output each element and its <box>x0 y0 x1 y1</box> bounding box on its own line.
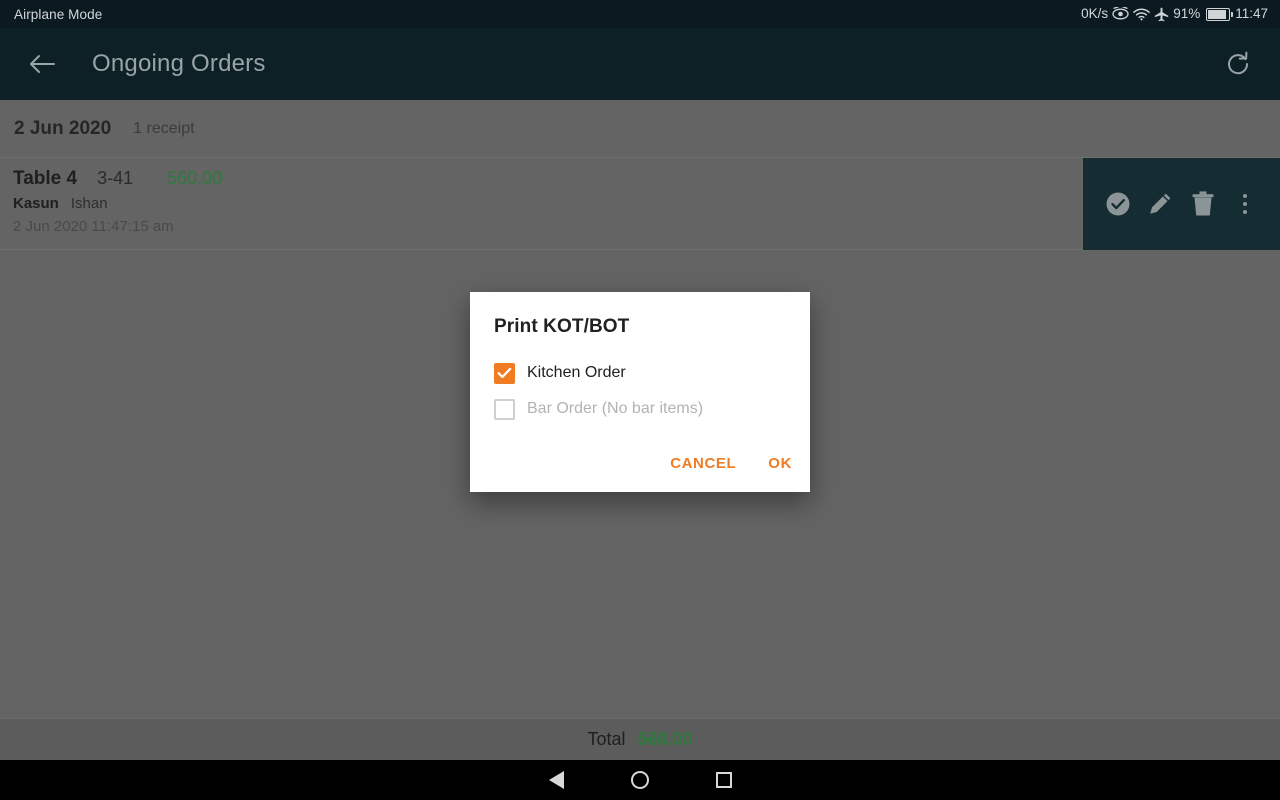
total-value: 560.00 <box>637 729 693 749</box>
order-amount-label: 560.00 <box>167 168 223 188</box>
dialog-options-list: Kitchen Order Bar Order (No bar items) <box>494 356 786 426</box>
airplane-icon <box>1154 7 1169 22</box>
wifi-icon <box>1133 7 1150 21</box>
kitchen-order-label: Kitchen Order <box>527 364 626 381</box>
order-last-name: Ishan <box>70 195 108 212</box>
checkbox-row-bar-order: Bar Order (No bar items) <box>494 392 786 426</box>
print-kot-bot-dialog: Print KOT/BOT Kitchen Order Bar Order (N… <box>470 292 810 492</box>
more-vertical-icon[interactable] <box>1228 187 1262 221</box>
network-speed-label: 0K/s <box>1081 6 1109 22</box>
device-screen: Airplane Mode 0K/s 91% 11:47 Ongoing Ord… <box>0 0 1280 800</box>
status-bar: Airplane Mode 0K/s 91% 11:47 <box>0 0 1280 28</box>
checkbox-row-kitchen-order[interactable]: Kitchen Order <box>494 356 786 390</box>
status-bar-airplane-label: Airplane Mode <box>14 6 103 22</box>
cancel-button[interactable]: CANCEL <box>668 449 738 478</box>
order-first-name: Kasun <box>13 195 59 212</box>
date-header: 2 Jun 2020 1 receipt <box>0 100 1280 158</box>
nav-recents-icon[interactable] <box>682 760 766 800</box>
date-header-date: 2 Jun 2020 <box>14 117 112 139</box>
check-circle-icon[interactable] <box>1101 187 1135 221</box>
row-action-panel <box>1083 158 1280 250</box>
battery-percent-label: 91% <box>1173 6 1201 22</box>
nav-home-icon[interactable] <box>598 760 682 800</box>
kitchen-order-checkbox[interactable] <box>494 362 515 384</box>
date-header-receipt-count: 1 receipt <box>133 119 195 137</box>
battery-icon <box>1206 7 1234 21</box>
order-table-label: Table 4 <box>13 168 78 189</box>
order-code-label: 3-41 <box>97 168 134 188</box>
back-arrow-icon[interactable] <box>14 36 70 92</box>
refresh-icon[interactable] <box>1216 42 1260 86</box>
delete-trash-icon[interactable] <box>1186 187 1220 221</box>
dialog-action-buttons: CANCEL OK <box>668 449 794 478</box>
nav-back-icon[interactable] <box>514 760 598 800</box>
bar-order-label: Bar Order (No bar items) <box>527 400 704 417</box>
page-title: Ongoing Orders <box>92 50 266 77</box>
table-row[interactable]: Table 4 3-41 560.00 Kasun Ishan 2 Jun 20… <box>0 158 1280 250</box>
app-bar: Ongoing Orders <box>0 28 1280 100</box>
eye-slash-icon <box>1112 7 1129 21</box>
ok-button[interactable]: OK <box>766 449 794 478</box>
android-nav-bar <box>0 760 1280 800</box>
status-bar-right-cluster: 0K/s 91% 11:47 <box>1081 7 1268 22</box>
total-label: Total <box>587 729 626 749</box>
edit-pencil-icon[interactable] <box>1143 187 1177 221</box>
clock-label: 11:47 <box>1235 6 1268 22</box>
total-bar: Total 560.00 <box>0 718 1280 760</box>
bar-order-checkbox <box>494 398 515 420</box>
dialog-title: Print KOT/BOT <box>494 316 630 337</box>
